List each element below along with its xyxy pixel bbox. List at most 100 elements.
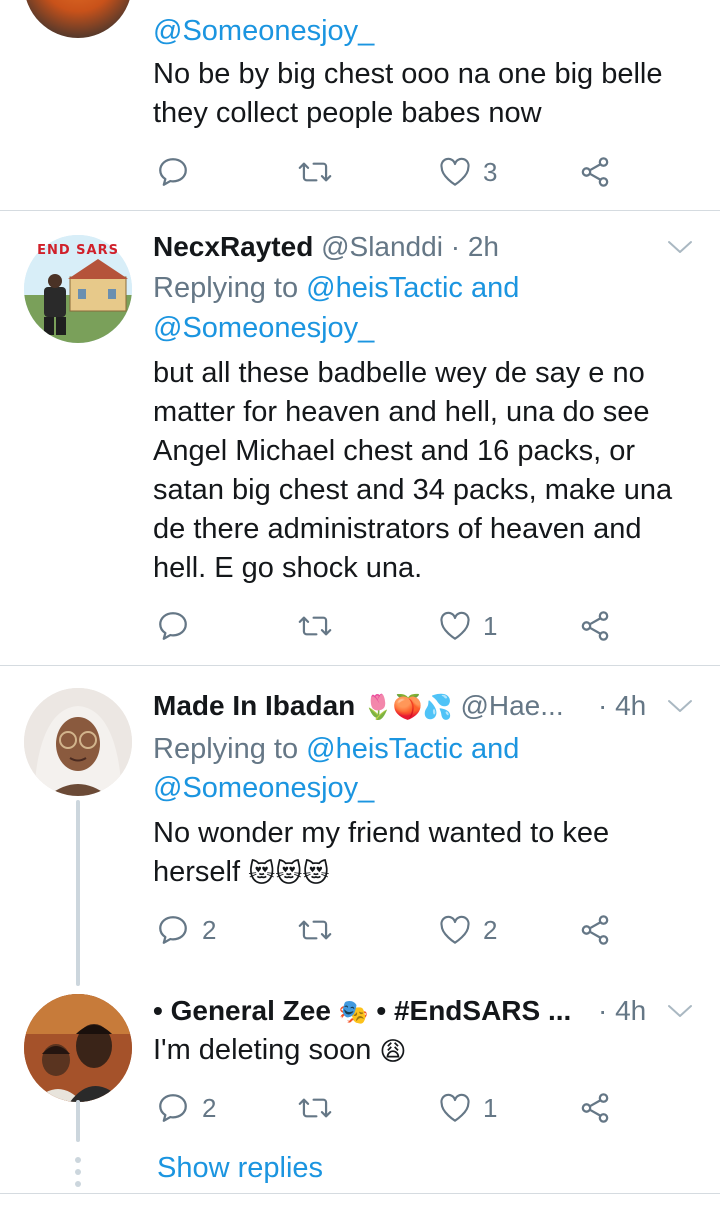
share-button[interactable] <box>578 606 612 646</box>
display-name-suffix[interactable]: • #EndSARS ... <box>376 995 571 1026</box>
replying-prefix: Replying to <box>153 733 307 765</box>
heart-icon <box>440 915 470 944</box>
reply-count: 2 <box>202 1092 217 1123</box>
avatar-image <box>24 688 132 796</box>
timestamp-group[interactable]: · 4h <box>598 690 646 722</box>
heart-icon <box>440 157 470 186</box>
mention-link[interactable]: @Someonesjoy_ <box>153 769 374 808</box>
name-emojis: 🌷🍑💦 <box>363 693 453 721</box>
tweet-general-zee[interactable]: • General Zee 🎭 • #EndSARS ... · 4h I'm … <box>0 976 720 1146</box>
retweet-button[interactable] <box>297 606 333 646</box>
share-icon <box>581 1093 609 1123</box>
share-icon <box>581 611 609 641</box>
chevron-down-icon[interactable] <box>667 698 693 714</box>
tweet-text-line: satan big chest and 34 packs, make una <box>153 474 673 506</box>
like-button[interactable]: 3 <box>439 152 497 192</box>
chevron-down-icon[interactable] <box>667 239 693 255</box>
reply-icon <box>159 612 187 640</box>
tweet-necxrayted[interactable]: END SARS NecxRayted @Slanddi · 2h Replyi… <box>0 211 720 665</box>
like-count: 1 <box>483 1092 498 1123</box>
like-button[interactable]: 1 <box>439 606 497 646</box>
timestamp[interactable]: 2h <box>468 231 499 262</box>
handle[interactable]: @Slanddi <box>321 231 443 262</box>
reply-count: 2 <box>202 914 217 945</box>
retweet-button[interactable] <box>297 152 333 192</box>
timestamp[interactable]: 4h <box>615 995 646 1026</box>
like-count: 1 <box>483 610 498 641</box>
chevron-down-icon[interactable] <box>667 1003 693 1019</box>
tweet-header: Made In Ibadan 🌷🍑💦 @Hae... <box>153 688 564 726</box>
display-name-prefix: • <box>153 995 163 1026</box>
replying-to: Replying to @heisTactic and <box>153 269 519 308</box>
timestamp-group[interactable]: · 4h <box>598 995 646 1027</box>
reply-icon <box>159 1094 187 1122</box>
heart-icon <box>440 1093 470 1122</box>
replying-to: Replying to @heisTactic and <box>153 730 519 769</box>
name-emoji: 🎭 <box>338 998 369 1026</box>
tweet-text-line: matter for heaven and hell, una do see <box>153 396 650 428</box>
tweet-header: NecxRayted @Slanddi · 2h <box>153 229 499 265</box>
divider <box>0 1193 720 1194</box>
tweet-someonesjoy-reply[interactable]: @Someonesjoy_ No be by big chest ooo na … <box>0 0 720 210</box>
retweet-button[interactable] <box>297 1088 333 1128</box>
tweet-text-line: herself <box>153 856 241 888</box>
share-button[interactable] <box>578 152 612 192</box>
heart-icon <box>440 611 470 640</box>
tweet-text-line: No be by big chest ooo na one big belle <box>153 58 663 90</box>
reply-button[interactable] <box>156 152 190 192</box>
tweet-text-line-with-emoji: I'm deleting soon 😩 <box>153 1031 407 1071</box>
like-count: 2 <box>483 914 498 945</box>
mention-link[interactable]: @Someonesjoy_ <box>153 309 374 348</box>
tweet-emojis: 😻😻😻 <box>248 857 330 888</box>
tweet-text: I'm deleting soon <box>153 1034 372 1066</box>
mention-link[interactable]: @Someonesjoy_ <box>153 12 374 51</box>
thread-dots <box>75 1157 81 1193</box>
mention-link[interactable]: @heisTactic and <box>306 272 519 304</box>
avatar[interactable] <box>24 688 132 796</box>
retweet-button[interactable] <box>297 910 333 950</box>
tweet-text-line: de there administrators of heaven and <box>153 513 642 545</box>
tweet-text-line: they collect people babes now <box>153 97 542 129</box>
reply-button[interactable]: 2 <box>156 1088 216 1128</box>
reply-button[interactable] <box>156 606 190 646</box>
share-icon <box>581 157 609 187</box>
share-button[interactable] <box>578 1088 612 1128</box>
avatar-banner-text: END SARS <box>37 243 119 258</box>
avatar-image <box>24 994 132 1102</box>
tweet-text-line: but all these badbelle wey de say e no <box>153 357 645 389</box>
retweet-icon <box>298 616 332 636</box>
timestamp[interactable]: 4h <box>615 690 646 721</box>
avatar[interactable] <box>24 0 132 38</box>
tweet-text-line: Angel Michael chest and 16 packs, or <box>153 435 635 467</box>
mention-link[interactable]: @heisTactic and <box>306 733 519 765</box>
show-replies-link[interactable]: Show replies <box>157 1152 323 1185</box>
like-count: 3 <box>483 156 498 187</box>
reply-icon <box>159 916 187 944</box>
thread-line <box>76 1100 80 1142</box>
separator-dot: · <box>598 690 608 721</box>
reply-button[interactable]: 2 <box>156 910 216 950</box>
display-name[interactable]: Made In Ibadan <box>153 690 355 721</box>
tweet-header: • General Zee 🎭 • #EndSARS ... <box>153 993 571 1031</box>
tweet-emoji: 😩 <box>379 1035 407 1066</box>
separator-dot: · <box>450 231 461 262</box>
thread-line <box>76 800 80 986</box>
avatar[interactable] <box>24 994 132 1102</box>
tweet-made-in-ibadan[interactable]: Made In Ibadan 🌷🍑💦 @Hae... · 4h Replying… <box>0 666 720 976</box>
tweet-text-line-with-emojis: herself 😻😻😻 <box>153 853 329 893</box>
retweet-icon <box>298 1098 332 1118</box>
display-name[interactable]: NecxRayted <box>153 231 313 262</box>
display-name[interactable]: General Zee <box>171 995 331 1026</box>
handle[interactable]: @Hae... <box>460 690 563 721</box>
like-button[interactable]: 2 <box>439 910 497 950</box>
share-icon <box>581 915 609 945</box>
replying-prefix: Replying to <box>153 272 307 304</box>
separator-dot: · <box>598 995 608 1026</box>
retweet-icon <box>298 162 332 182</box>
reply-icon <box>159 158 187 186</box>
tweet-text-line: hell. E go shock una. <box>153 552 423 584</box>
tweet-text-line: No wonder my friend wanted to kee <box>153 817 610 849</box>
retweet-icon <box>298 920 332 940</box>
share-button[interactable] <box>578 910 612 950</box>
like-button[interactable]: 1 <box>439 1088 497 1128</box>
